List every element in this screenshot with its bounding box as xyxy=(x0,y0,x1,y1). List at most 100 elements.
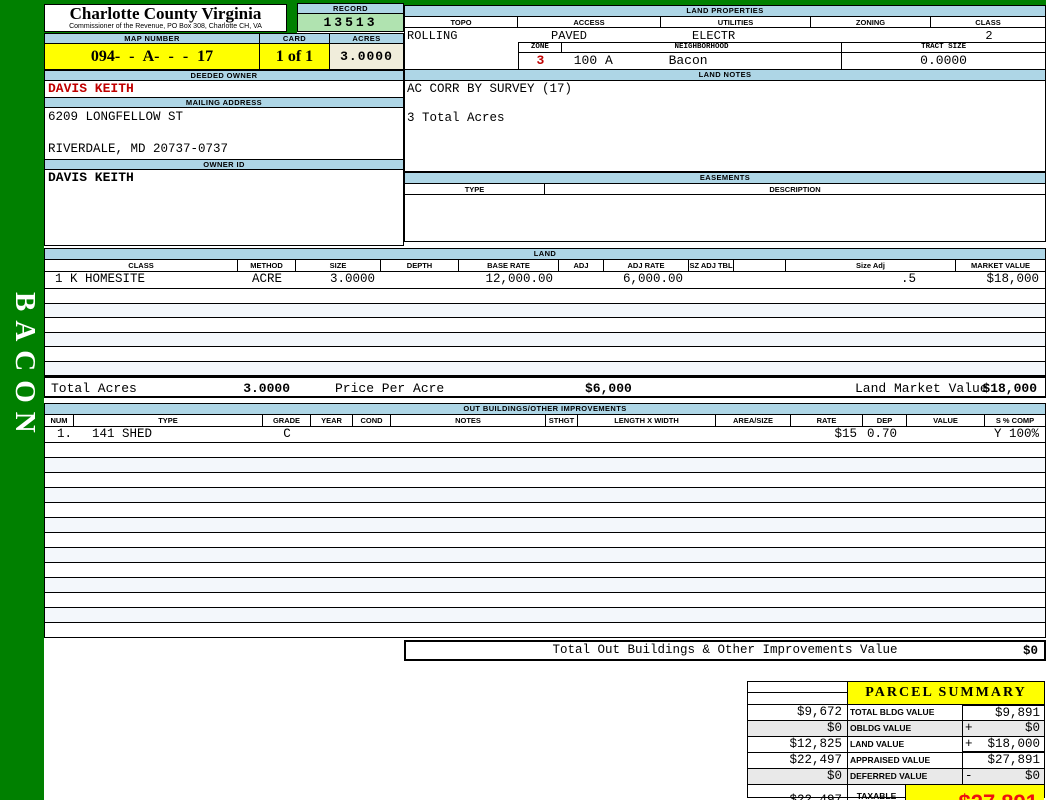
zoning-label: ZONING xyxy=(811,17,931,27)
parcel-summary: PARCEL SUMMARY $9,672 TOTAL BLDG VALUE $… xyxy=(747,681,1045,800)
map-number-value: 094- - A- - - 17 xyxy=(44,44,260,70)
total-acres-label: Total Acres xyxy=(51,381,137,396)
empty-row xyxy=(45,302,1045,317)
row-sign: + xyxy=(963,721,977,736)
row-label: APPRAISED VALUE xyxy=(848,753,963,768)
land-table-title: LAND xyxy=(45,249,1045,260)
tract-size-value: 0.0000 xyxy=(841,53,1045,70)
empty-row xyxy=(45,457,1045,472)
utilities-value: ELECTR xyxy=(692,29,736,43)
prior-value: $12,825 xyxy=(748,737,848,752)
utilities-label: UTILITIES xyxy=(661,17,811,27)
col-notes: NOTES xyxy=(391,415,546,426)
col-adj: ADJ xyxy=(559,260,604,271)
land-table-empty-rows xyxy=(45,288,1045,375)
row-label: TOTAL BLDG VALUE xyxy=(848,705,963,720)
col-s-comp: S % COMP xyxy=(995,416,1035,425)
map-number-label: MAP NUMBER xyxy=(44,33,260,44)
county-title: Charlotte County Virginia xyxy=(69,4,262,23)
row-label: LAND VALUE xyxy=(848,737,963,752)
cell-area-size xyxy=(716,427,791,442)
col-base-rate: BASE RATE xyxy=(459,260,559,271)
prior-value: $22,497 xyxy=(748,753,848,768)
current-value: $0 xyxy=(977,769,1044,784)
neighborhood-name: Bacon xyxy=(668,53,708,68)
empty-row xyxy=(45,331,1045,346)
land-properties-values: ROLLING PAVED ELECTR 2 ZONE NEIGHBORHOOD… xyxy=(405,28,1045,70)
cell-adj-rate: 6,000.00 xyxy=(622,272,683,286)
cell-method: ACRE xyxy=(251,272,282,286)
owner-id-label: OWNER ID xyxy=(45,159,403,170)
col-num: NUM xyxy=(45,415,74,426)
prior-value: $0 xyxy=(748,721,848,736)
empty-row xyxy=(45,317,1045,332)
prior-value: $9,672 xyxy=(748,705,848,720)
empty-row xyxy=(45,607,1045,622)
map-card-acres-row: MAP NUMBER 094- - A- - - 17 CARD 1 of 1 … xyxy=(44,33,404,70)
cell-dep: 0.70 xyxy=(867,427,898,441)
land-properties-title: LAND PROPERTIES xyxy=(405,6,1045,17)
neighborhood-sidebar-label: BACON xyxy=(9,292,41,442)
col-size-adj: Size Adj xyxy=(786,260,956,271)
sidebar: BACON xyxy=(0,0,44,800)
zone-label: ZONE xyxy=(519,43,562,52)
deeded-owner-label: DEEDED OWNER xyxy=(45,70,403,81)
empty-row xyxy=(45,622,1045,637)
empty-row xyxy=(45,472,1045,487)
price-per-acre-label: Price Per Acre xyxy=(335,381,445,396)
out-buildings-table: OUT BUILDINGS/OTHER IMPROVEMENTS NUM TYP… xyxy=(44,403,1046,638)
parcel-summary-header: PARCEL SUMMARY xyxy=(748,682,1044,704)
cell-blank xyxy=(734,272,786,288)
land-market-value-label: Land Market Value xyxy=(855,381,988,396)
col-sz-adj-tbl: SZ ADJ TBL xyxy=(689,260,734,271)
empty-row xyxy=(45,562,1045,577)
class-label: CLASS xyxy=(975,18,1001,27)
cell-size-adj: .5 xyxy=(900,272,916,286)
acres-label: ACRES xyxy=(330,33,404,44)
col-value: VALUE xyxy=(907,415,985,426)
cell-value xyxy=(907,427,985,442)
mailing-address-label: MAILING ADDRESS xyxy=(45,97,403,108)
empty-row xyxy=(45,360,1045,375)
taxable-value-label: TAXABLE VALUE xyxy=(848,785,906,800)
row-sign xyxy=(963,751,977,768)
easement-description-label: DESCRIPTION xyxy=(769,185,821,194)
cell-rate: $15 xyxy=(834,427,857,441)
col-size: SIZE xyxy=(296,260,381,271)
record-value: 13513 xyxy=(297,14,404,32)
neighborhood-code: 100 A xyxy=(573,53,613,68)
acres-value: 3.0000 xyxy=(330,44,404,70)
owner-section: DEEDED OWNER DAVIS KEITH MAILING ADDRESS… xyxy=(44,70,404,246)
col-cond: COND xyxy=(353,415,391,426)
tract-size-label: TRACT SIZE xyxy=(841,43,1045,52)
cell-s-comp: Y 100% xyxy=(993,427,1039,441)
out-buildings-total-label: Total Out Buildings & Other Improvements… xyxy=(552,643,898,657)
cell-size: 3.0000 xyxy=(329,272,375,286)
cell-depth xyxy=(381,272,459,288)
topo-label: TOPO xyxy=(405,17,518,27)
neighborhood-label: NEIGHBORHOOD xyxy=(674,43,729,51)
col-method: METHOD xyxy=(238,260,296,271)
cell-notes xyxy=(391,427,546,442)
row-label: DEFERRED VALUE xyxy=(848,769,963,784)
acres-column: ACRES 3.0000 xyxy=(330,33,404,70)
empty-row xyxy=(45,517,1045,532)
empty-row xyxy=(45,346,1045,361)
property-record-card: BACON Charlotte County Virginia Commissi… xyxy=(0,0,1050,800)
col-sthgt: STHGT xyxy=(546,415,578,426)
land-notes-body: AC CORR BY SURVEY (17) 3 Total Acres xyxy=(405,81,1045,125)
cell-sthgt xyxy=(546,427,578,442)
summary-row-appraised: $22,497 APPRAISED VALUE $27,891 xyxy=(748,751,1044,768)
col-grade: GRADE xyxy=(263,415,311,426)
col-blank xyxy=(734,260,786,271)
address-line-1: 6209 LONGFELLOW ST xyxy=(48,110,184,124)
cell-adj xyxy=(559,272,604,288)
col-market-value: MARKET VALUE xyxy=(970,261,1031,270)
cell-year xyxy=(311,427,353,442)
access-value: PAVED xyxy=(551,29,588,43)
card-value: 1 of 1 xyxy=(260,44,330,70)
row-sign: - xyxy=(963,769,977,784)
col-year: YEAR xyxy=(311,415,353,426)
land-table-row: 1 K HOMESITE ACRE 3.0000 12,000.00 6,000… xyxy=(45,272,1045,288)
commissioner-line: Commissioner of the Revenue, PO Box 308,… xyxy=(69,23,262,30)
